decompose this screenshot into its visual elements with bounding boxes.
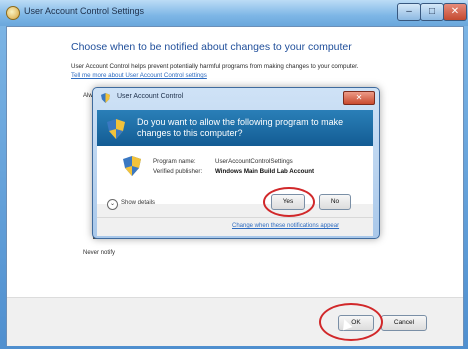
uac-dialog: User Account Control ✕ Do you want to al… (92, 87, 380, 239)
uac-shield-icon (107, 119, 125, 139)
ok-highlight-ellipse (319, 303, 383, 341)
program-name-value: UserAccountControlSettings (215, 158, 293, 165)
show-details-icon[interactable]: ⌄ (107, 199, 118, 210)
yes-highlight-ellipse (263, 187, 315, 217)
maximize-button[interactable]: □ (420, 3, 444, 21)
uac-title-shield-icon (101, 93, 110, 103)
uac-settings-window: User Account Control Settings – □ ✕ Choo… (0, 0, 468, 349)
description-text: User Account Control helps prevent poten… (71, 63, 359, 70)
uac-divider (97, 217, 373, 218)
close-button[interactable]: ✕ (443, 3, 467, 21)
uac-close-button[interactable]: ✕ (343, 91, 375, 105)
publisher-value: Windows Main Build Lab Account (215, 168, 315, 175)
publisher-label: Verified publisher: (153, 168, 203, 175)
slider-bottom-label: Never notify (83, 250, 116, 256)
uac-question: Do you want to allow the following progr… (137, 117, 344, 138)
program-shield-icon (123, 156, 141, 176)
cancel-button[interactable]: Cancel (381, 315, 427, 331)
change-notifications-link[interactable]: Change when these notifications appear (232, 223, 339, 229)
title-bar: User Account Control Settings – □ ✕ (0, 0, 468, 26)
title-icon (6, 6, 20, 20)
page-title: Choose when to be notified about changes… (71, 41, 352, 53)
tell-me-more-link[interactable]: Tell me more about User Account Control … (71, 72, 207, 79)
uac-banner: Do you want to allow the following progr… (97, 110, 373, 146)
uac-dialog-title: User Account Control (117, 93, 184, 100)
program-name-label: Program name: (153, 158, 196, 165)
window-title: User Account Control Settings (24, 6, 145, 16)
no-button[interactable]: No (319, 194, 351, 210)
show-details-toggle[interactable]: Show details (121, 200, 155, 206)
minimize-button[interactable]: – (397, 3, 421, 21)
